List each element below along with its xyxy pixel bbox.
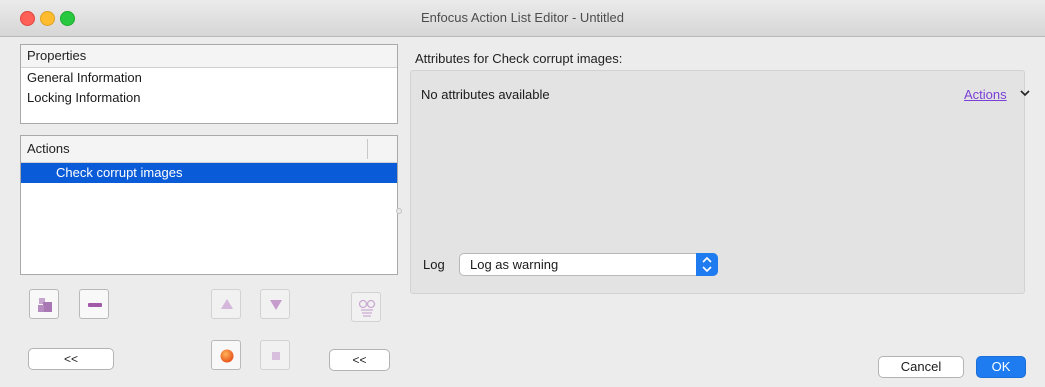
action-list-editor-window: Enfocus Action List Editor - Untitled Pr…	[0, 0, 1045, 387]
collapse-right-button[interactable]: <<	[329, 349, 390, 371]
column-divider	[367, 139, 368, 159]
log-level-select[interactable]: Log as warning	[459, 253, 718, 276]
move-up-icon	[221, 299, 233, 309]
move-down-button[interactable]	[260, 289, 290, 319]
remove-action-button[interactable]	[79, 289, 109, 319]
cancel-button[interactable]: Cancel	[878, 356, 964, 378]
remove-action-icon	[88, 303, 102, 307]
select-stepper-icon	[696, 253, 718, 276]
preview-glasses-icon	[358, 299, 376, 317]
move-up-button[interactable]	[211, 289, 241, 319]
properties-header: Properties	[21, 45, 397, 68]
splitter-handle[interactable]	[396, 208, 402, 214]
log-label: Log	[423, 257, 445, 272]
chevron-down-icon[interactable]	[1019, 86, 1031, 100]
record-icon	[220, 349, 234, 363]
actions-header-label: Actions	[27, 141, 70, 156]
properties-panel: Properties General Information Locking I…	[20, 44, 398, 124]
add-action-button[interactable]	[29, 289, 59, 319]
action-item-check-corrupt-images[interactable]: Check corrupt images	[21, 163, 397, 183]
actions-menu-link[interactable]: Actions	[964, 87, 1007, 102]
actions-panel: Actions Check corrupt images	[20, 135, 398, 275]
stop-button[interactable]	[260, 340, 290, 370]
ok-button[interactable]: OK	[976, 356, 1026, 378]
preview-button[interactable]	[351, 292, 381, 322]
properties-item-locking[interactable]: Locking Information	[21, 88, 397, 108]
add-action-icon	[38, 298, 52, 312]
move-down-icon	[270, 300, 282, 310]
properties-item-general[interactable]: General Information	[21, 68, 397, 88]
window-title: Enfocus Action List Editor - Untitled	[420, 10, 625, 25]
titlebar[interactable]: Enfocus Action List Editor - Untitled	[0, 0, 1045, 37]
collapse-left-button[interactable]: <<	[28, 348, 114, 370]
no-attributes-text: No attributes available	[421, 87, 550, 102]
actions-header[interactable]: Actions	[21, 136, 397, 163]
record-button[interactable]	[211, 340, 241, 370]
attributes-title: Attributes for Check corrupt images:	[415, 51, 623, 66]
stop-icon	[272, 352, 280, 360]
log-level-value: Log as warning	[470, 257, 559, 272]
